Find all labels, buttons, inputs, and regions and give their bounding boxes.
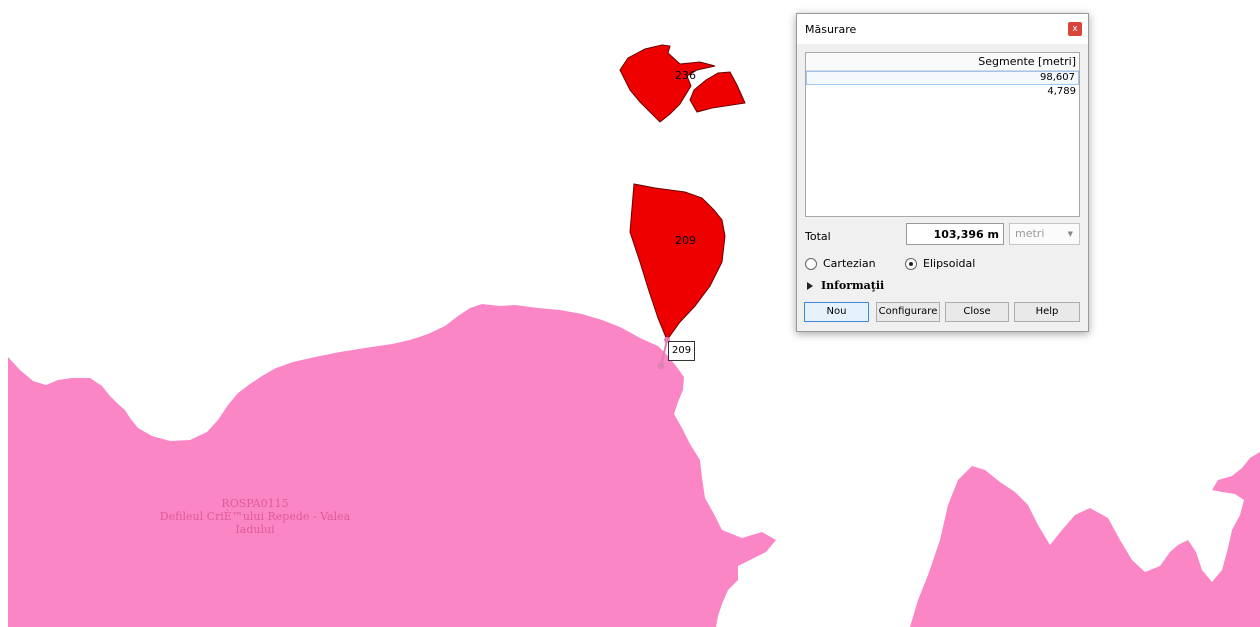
- unit-select-value: metri: [1015, 227, 1045, 240]
- protected-area-code: ROSPA0115: [221, 497, 289, 510]
- radio-cartesian-label: Cartezian: [823, 257, 876, 270]
- chevron-down-icon: ▼: [1067, 230, 1073, 238]
- help-button[interactable]: Help: [1014, 302, 1080, 322]
- unit-select[interactable]: metri ▼: [1009, 223, 1080, 245]
- close-button[interactable]: Close: [945, 302, 1009, 322]
- info-label: Informaţii: [821, 279, 885, 292]
- parcel-label-209: 209: [675, 234, 696, 247]
- configure-button[interactable]: Configurare: [876, 302, 940, 322]
- protected-area-name: Defileul CriÈ™ului Repede - Valea Iadulu…: [159, 510, 351, 536]
- radio-ellipsoidal-label: Elipsoidal: [923, 257, 976, 270]
- radio-ellipsoidal[interactable]: Elipsoidal: [905, 257, 975, 270]
- total-label: Total: [805, 230, 831, 243]
- total-value-field[interactable]: 103,396 m: [906, 223, 1004, 245]
- close-icon[interactable]: x: [1068, 22, 1082, 36]
- radio-circle-checked: [905, 257, 917, 270]
- radio-dot: [909, 261, 913, 266]
- dialog-titlebar[interactable]: Măsurare x: [797, 14, 1088, 44]
- expand-triangle-icon: [807, 281, 813, 290]
- radio-circle: [805, 257, 817, 270]
- measure-vertex[interactable]: [657, 362, 665, 370]
- segments-header[interactable]: Segmente [metri]: [806, 53, 1079, 71]
- segments-table[interactable]: Segmente [metri] 98,607 4,789: [805, 52, 1080, 217]
- map-tooltip: 209: [668, 341, 696, 361]
- protected-area-polygon: [8, 304, 776, 627]
- protected-area-label: ROSPA0115 Defileul CriÈ™ului Repede - Va…: [150, 497, 360, 536]
- radio-cartesian[interactable]: Cartezian: [805, 257, 876, 270]
- parcel-236-part[interactable]: [689, 71, 746, 113]
- parcel-209[interactable]: [629, 183, 726, 342]
- table-row[interactable]: 4,789: [806, 85, 1079, 99]
- dialog-title: Măsurare: [805, 23, 857, 36]
- measure-dialog: Măsurare x Segmente [metri] 98,607 4,789…: [796, 13, 1089, 332]
- table-row[interactable]: 98,607: [806, 71, 1079, 85]
- info-toggle[interactable]: Informaţii: [805, 279, 884, 292]
- parcel-label-236: 236: [675, 69, 696, 82]
- protected-area-polygon-right: [910, 452, 1260, 627]
- new-button[interactable]: Nou: [804, 302, 869, 322]
